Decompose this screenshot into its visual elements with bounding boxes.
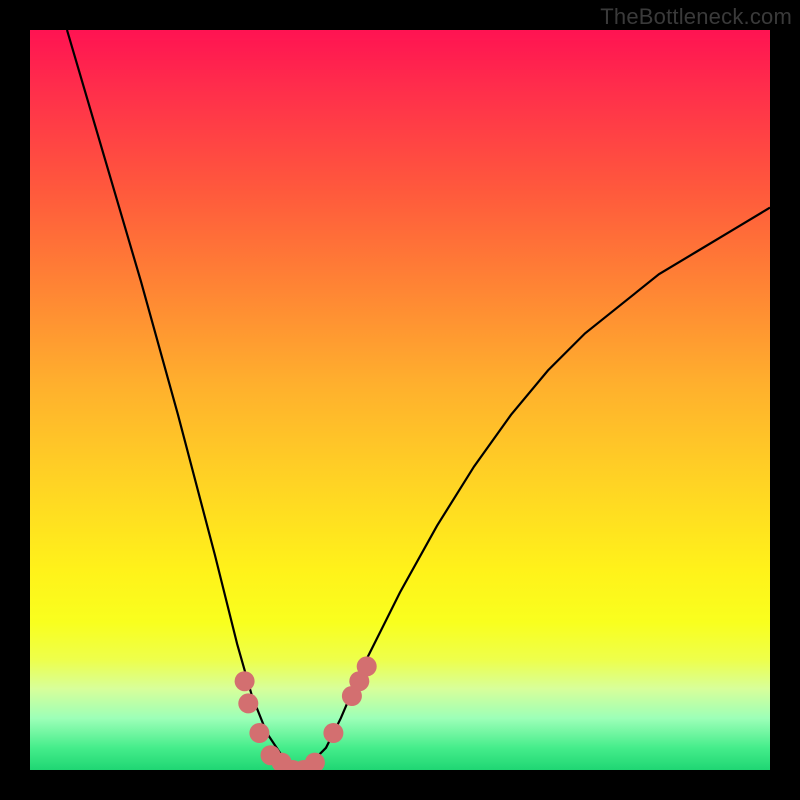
watermark-text: TheBottleneck.com [600, 4, 792, 30]
curve-marker [342, 686, 362, 706]
curve-markers [235, 656, 377, 770]
curve-marker [238, 693, 258, 713]
curve-marker [283, 760, 303, 770]
chart-plot-area [30, 30, 770, 770]
curve-marker [261, 745, 281, 765]
curve-marker [349, 671, 369, 691]
curve-marker [357, 656, 377, 676]
curve-marker [249, 723, 269, 743]
curve-marker [305, 753, 325, 770]
curve-marker [235, 671, 255, 691]
curve-marker [272, 753, 292, 770]
chart-svg [30, 30, 770, 770]
bottleneck-curve [67, 30, 770, 770]
curve-marker [294, 760, 314, 770]
curve-marker [323, 723, 343, 743]
chart-frame: TheBottleneck.com [0, 0, 800, 800]
